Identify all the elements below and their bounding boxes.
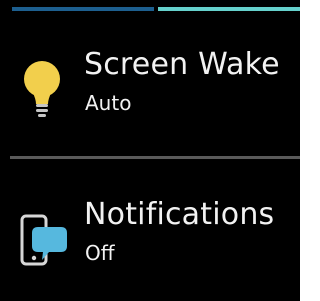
setting-title: Notifications [84,197,275,232]
setting-value: Off [85,241,115,265]
progress-segment-2 [158,7,300,11]
divider [10,156,300,159]
progress-segment-1 [12,7,154,11]
setting-item-notifications[interactable]: Notifications Off [0,188,300,301]
phone-notifications-icon [18,206,78,276]
setting-title: Screen Wake [84,47,280,82]
setting-value: Auto [85,91,132,115]
setting-item-screen-wake[interactable]: Screen Wake Auto [0,38,300,158]
progress-indicator [12,7,300,11]
watch-screen: Screen Wake Auto Notifications Off [0,0,300,301]
lightbulb-icon [18,56,78,126]
